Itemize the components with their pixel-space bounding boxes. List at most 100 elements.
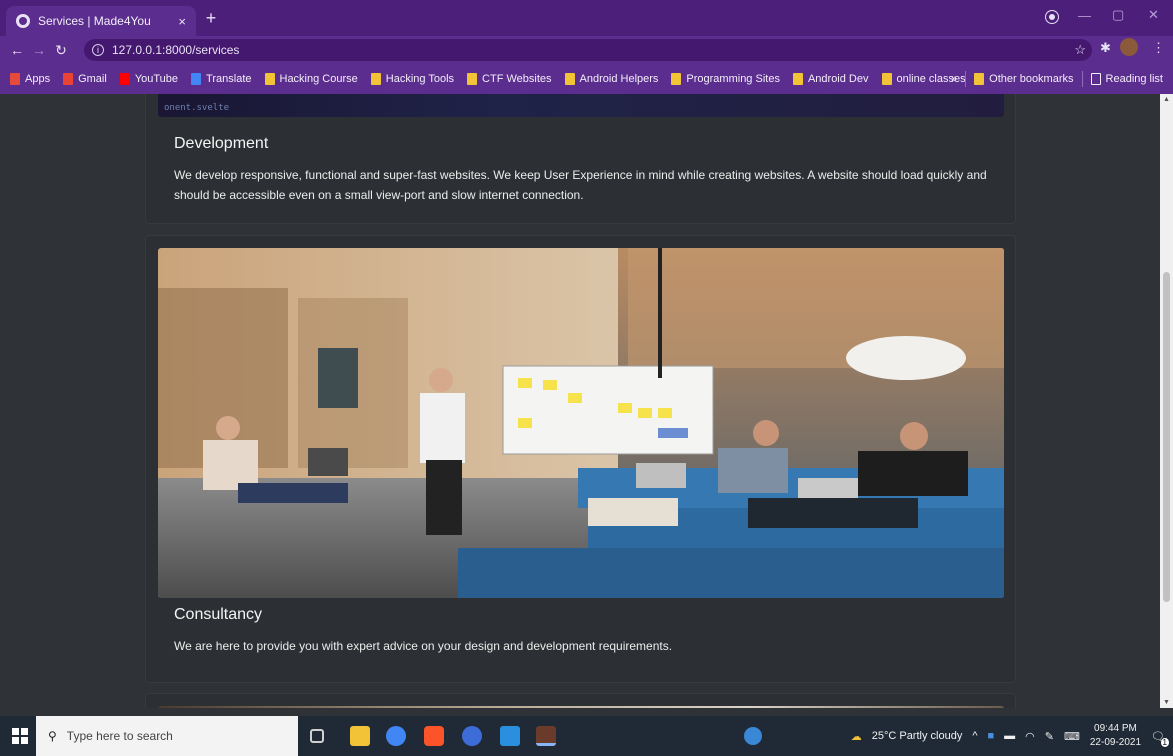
taskbar-search-box[interactable]: ⚲ Type here to search	[36, 716, 298, 756]
battery-icon[interactable]: ▬	[1004, 730, 1015, 742]
reading-list[interactable]: Reading list	[1090, 73, 1163, 85]
next-service-image	[158, 706, 1004, 708]
bookmark-label: Apps	[25, 73, 51, 85]
wifi-icon[interactable]: ◠	[1025, 730, 1035, 743]
profile-icon[interactable]	[1046, 11, 1058, 23]
divider	[965, 71, 967, 87]
bookmark-item[interactable]: CTF Websites	[467, 73, 552, 85]
task-view-icon[interactable]	[310, 729, 324, 743]
bookmark-item[interactable]: Gmail	[63, 73, 107, 85]
tab-close-icon[interactable]: ×	[178, 14, 186, 29]
translate-icon	[191, 73, 202, 85]
browser-tab-strip: Services | Made4You × + — ▢ ✕	[0, 0, 1173, 36]
browser-tab[interactable]: Services | Made4You ×	[6, 6, 196, 36]
bookmark-item[interactable]: YouTube	[119, 73, 179, 85]
service-description: We are here to provide you with expert a…	[174, 639, 673, 653]
help-icon[interactable]	[744, 727, 762, 745]
bookmark-item[interactable]: Programming Sites	[671, 73, 780, 85]
apps-grid-icon	[10, 73, 20, 85]
page-scrollbar[interactable]: ▲ ▼	[1160, 94, 1173, 708]
bookmark-label: Hacking Tools	[385, 73, 455, 85]
bookmark-item[interactable]: Hacking Course	[264, 73, 358, 85]
code-caption: onent.svelte	[164, 103, 230, 113]
brave-icon[interactable]	[424, 726, 444, 746]
other-bookmarks[interactable]: Other bookmarks	[974, 73, 1074, 85]
url-text: 127.0.0.1:8000/services	[112, 43, 240, 57]
active-app-icon[interactable]	[536, 726, 556, 746]
search-icon: ⚲	[48, 729, 57, 743]
reading-list-icon	[1090, 73, 1101, 85]
clock[interactable]: 09:44 PM 22-09-2021	[1090, 722, 1141, 750]
reading-list-label: Reading list	[1105, 73, 1163, 85]
new-tab-button[interactable]: +	[200, 8, 222, 30]
notification-count: 1	[1160, 737, 1169, 747]
bookmarks-bar: Apps Gmail YouTube Translate Hacking Course H…	[0, 64, 1173, 94]
keyboard-icon[interactable]: ⌨	[1064, 730, 1080, 743]
bookmarks-overflow-icon[interactable]: »	[951, 73, 957, 85]
site-info-icon[interactable]: i	[92, 44, 104, 56]
extension-avatar-icon[interactable]	[1120, 38, 1138, 56]
tray-app-icon[interactable]: ■	[988, 730, 995, 742]
bookmark-item[interactable]: Android Helpers	[564, 73, 659, 85]
windows-taskbar: ⚲ Type here to search ☁ 25°C Partly clou…	[0, 716, 1173, 756]
clock-date: 22-09-2021	[1089, 737, 1142, 748]
folder-icon	[370, 73, 381, 85]
scroll-down-icon[interactable]: ▼	[1163, 699, 1170, 706]
file-explorer-icon[interactable]	[350, 726, 370, 746]
menu-kebab-icon[interactable]: ⋮	[1152, 40, 1165, 56]
bookmark-label: Hacking Course	[279, 73, 358, 85]
folder-icon	[974, 73, 985, 85]
gmail-icon	[63, 73, 74, 85]
page-content: onent.svelte Development We develop resp…	[0, 94, 1160, 708]
other-bookmarks-label: Other bookmarks	[989, 73, 1074, 85]
divider	[1081, 71, 1083, 87]
pen-icon[interactable]: ✎	[1045, 730, 1054, 743]
folder-icon	[564, 73, 575, 85]
bookmark-item[interactable]: Translate	[191, 73, 252, 85]
folder-icon	[881, 73, 892, 85]
site-favicon-icon	[16, 14, 30, 28]
notification-icon[interactable]: 🗨 1	[1151, 730, 1169, 747]
tray-expand-icon[interactable]: ^	[972, 730, 977, 742]
consultancy-office-image	[158, 248, 1004, 598]
tab-title: Services | Made4You	[38, 14, 151, 28]
search-placeholder: Type here to search	[66, 729, 173, 743]
development-image: onent.svelte	[158, 94, 1004, 117]
reload-icon[interactable]: ↻	[50, 42, 72, 59]
chrome-icon[interactable]	[386, 726, 406, 746]
service-card-consultancy: Consultancy We are here to provide you w…	[145, 235, 1016, 683]
vscode-icon[interactable]	[500, 726, 520, 746]
scrollbar-thumb[interactable]	[1163, 272, 1170, 602]
folder-icon	[792, 73, 803, 85]
extension-puzzle-icon[interactable]: ✱	[1100, 40, 1111, 56]
service-card-development: onent.svelte Development We develop resp…	[145, 94, 1016, 224]
folder-icon	[264, 73, 275, 85]
browser-toolbar: ← → ↻ i 127.0.0.1:8000/services ☆	[0, 36, 1173, 64]
weather-icon[interactable]: ☁	[851, 730, 862, 743]
service-description: We develop responsive, functional and su…	[174, 168, 987, 202]
back-icon[interactable]: ←	[6, 42, 28, 58]
youtube-icon	[119, 73, 130, 85]
forward-icon[interactable]: →	[28, 42, 50, 58]
folder-icon	[671, 73, 682, 85]
windows-start-icon[interactable]	[12, 728, 28, 744]
scroll-up-icon[interactable]: ▲	[1163, 96, 1170, 103]
weather-text[interactable]: 25°C Partly cloudy	[872, 730, 963, 742]
bookmark-item[interactable]: Android Dev	[792, 73, 869, 85]
minimize-icon[interactable]: —	[1078, 0, 1091, 30]
bookmark-label: YouTube	[134, 73, 179, 85]
browser-app-icon[interactable]	[462, 726, 482, 746]
window-close-icon[interactable]: ✕	[1148, 0, 1159, 30]
bookmarks-right: » Other bookmarks Reading list	[951, 64, 1163, 94]
address-bar[interactable]: i 127.0.0.1:8000/services ☆	[84, 39, 1092, 61]
bookmark-item[interactable]: Apps	[10, 73, 50, 85]
maximize-icon[interactable]: ▢	[1112, 0, 1124, 30]
bookmark-label: CTF Websites	[482, 73, 552, 85]
bookmark-label: Android Dev	[807, 73, 869, 85]
bookmark-item[interactable]: Hacking Tools	[370, 73, 455, 85]
bookmark-star-icon[interactable]: ☆	[1074, 42, 1086, 58]
service-title: Development	[174, 135, 269, 152]
service-card-next	[145, 693, 1016, 708]
clock-time: 09:44 PM	[1094, 723, 1137, 734]
bookmark-label: Android Helpers	[579, 73, 659, 85]
